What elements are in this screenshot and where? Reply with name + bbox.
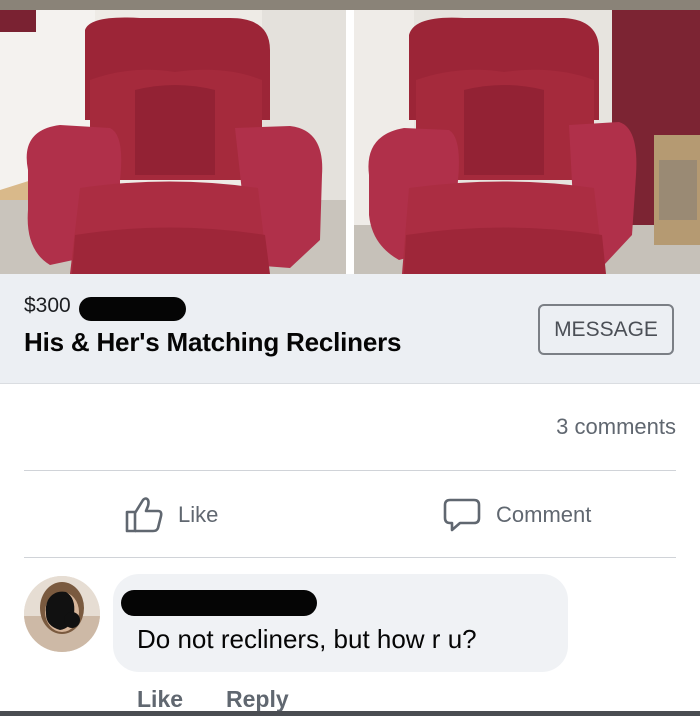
redaction-bar bbox=[79, 297, 186, 321]
like-button[interactable]: Like bbox=[124, 492, 218, 538]
redaction-bar bbox=[121, 590, 317, 616]
like-label: Like bbox=[178, 502, 219, 527]
bottom-edge bbox=[0, 711, 700, 716]
top-image-edge bbox=[0, 0, 700, 10]
listing-title[interactable]: His & Her's Matching Recliners bbox=[24, 327, 402, 358]
comment-button[interactable]: Comment bbox=[442, 492, 591, 538]
commenter-avatar[interactable] bbox=[24, 576, 100, 652]
listing-photo-left[interactable] bbox=[0, 10, 346, 274]
listing-photo-right[interactable] bbox=[354, 10, 700, 274]
comment-bubble bbox=[113, 574, 568, 672]
listing-info-bar: $300 His & Her's Matching Recliners MESS… bbox=[0, 274, 700, 384]
comment-text: Do not recliners, but how r u? bbox=[137, 624, 477, 654]
divider bbox=[24, 470, 676, 471]
comment-label: Comment bbox=[496, 502, 592, 527]
message-button[interactable]: MESSAGE bbox=[538, 304, 674, 355]
photo-separator bbox=[346, 10, 354, 274]
comment-like-link[interactable]: Like bbox=[137, 686, 183, 713]
comment-reply-link[interactable]: Reply bbox=[226, 686, 289, 713]
listing-price: $300 bbox=[24, 294, 71, 317]
thumbs-up-icon bbox=[125, 497, 163, 533]
comments-count-link[interactable]: 3 comments bbox=[556, 414, 676, 440]
divider bbox=[24, 557, 676, 558]
speech-bubble-icon bbox=[443, 498, 481, 532]
